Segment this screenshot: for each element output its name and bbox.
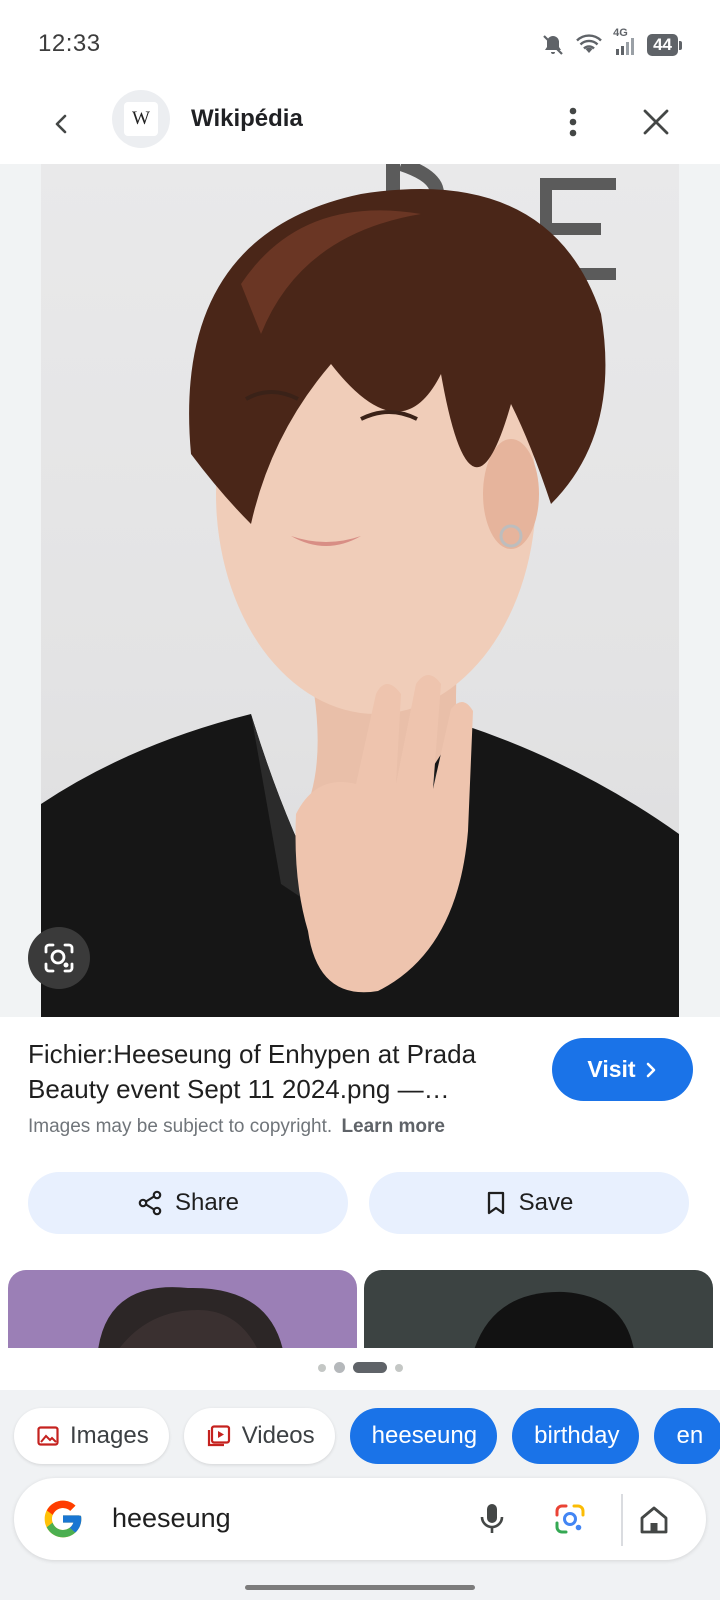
chip-label: Videos [241, 1422, 315, 1449]
filter-chips: Images Videos heeseung birthday en [14, 1408, 720, 1464]
status-icons: 4G 44 [541, 27, 682, 60]
search-panel: Images Videos heeseung birthday en heese… [0, 1390, 720, 1600]
close-button[interactable] [634, 100, 678, 144]
page-dot [317, 1363, 326, 1372]
gesture-navigation-bar[interactable] [245, 1585, 475, 1590]
chip-videos[interactable]: Videos [183, 1408, 335, 1464]
cellular-signal-icon: 4G [613, 27, 637, 57]
chevron-right-icon [646, 1062, 655, 1077]
lens-search-icon [44, 943, 74, 973]
search-query[interactable]: heeseung [112, 1503, 231, 1534]
network-type-label: 4G [613, 27, 628, 39]
visit-label: Visit [587, 1056, 636, 1082]
image-viewer [0, 164, 720, 1017]
more-vert-icon [569, 107, 577, 137]
back-button[interactable] [40, 102, 84, 146]
lens-search-button[interactable] [547, 1496, 593, 1542]
copyright-notice: Images may be subject to copyright. [28, 1116, 333, 1137]
more-options-button[interactable] [553, 100, 593, 144]
chip-label: birthday [534, 1422, 620, 1449]
bookmark-icon [487, 1191, 504, 1215]
carousel-page-indicator [0, 1362, 720, 1373]
share-button[interactable]: Share [28, 1172, 348, 1234]
save-label: Save [518, 1189, 574, 1216]
chip-suggestion-partial[interactable]: en [654, 1408, 720, 1464]
chevron-left-icon [55, 114, 67, 134]
google-lens-button[interactable] [28, 927, 90, 989]
microphone-icon [480, 1504, 504, 1533]
page-dot [333, 1362, 345, 1373]
main-photo[interactable] [41, 164, 679, 1017]
viewer-header: W Wikipédia [0, 90, 720, 164]
chip-images[interactable]: Images [14, 1408, 169, 1464]
save-button[interactable]: Save [369, 1172, 689, 1234]
share-label: Share [174, 1189, 240, 1216]
mute-notifications-icon [541, 33, 565, 57]
related-images [0, 1270, 720, 1348]
search-bar[interactable]: heeseung [14, 1478, 706, 1560]
related-image-thumbnail[interactable] [8, 1270, 357, 1348]
related-photo [474, 1291, 634, 1348]
chip-label: heeseung [371, 1422, 478, 1449]
home-icon [640, 1506, 668, 1534]
battery-indicator: 44 [647, 34, 678, 56]
google-g-logo-icon [44, 1500, 82, 1538]
visit-button[interactable]: Visit [552, 1038, 693, 1101]
voice-search-button[interactable] [469, 1496, 515, 1542]
page-dot-active [352, 1362, 387, 1373]
wikipedia-logo: W [124, 102, 158, 136]
result-title[interactable]: Fichier:Heeseung of Enhypen at Prada Bea… [28, 1037, 518, 1107]
site-name[interactable]: Wikipédia [191, 105, 303, 133]
close-icon [643, 109, 669, 135]
chip-label: Images [70, 1422, 149, 1449]
portrait-photo [41, 164, 679, 1017]
search-bar-divider [621, 1494, 623, 1546]
image-icon [37, 1426, 59, 1446]
site-favicon[interactable]: W [112, 90, 170, 148]
battery-nub [679, 40, 682, 50]
related-image-thumbnail[interactable] [364, 1270, 713, 1348]
copyright-notice-row: Images may be subject to copyright. Lear… [28, 1116, 445, 1138]
chip-label: en [676, 1422, 704, 1449]
share-icon [138, 1190, 162, 1216]
chip-suggestion-birthday[interactable]: birthday [512, 1408, 640, 1464]
related-photo [98, 1287, 283, 1348]
home-button[interactable] [628, 1494, 680, 1546]
status-time: 12:33 [38, 30, 101, 57]
chip-suggestion-heeseung[interactable]: heeseung [349, 1408, 498, 1464]
learn-more-link[interactable]: Learn more [341, 1116, 444, 1137]
video-icon [207, 1425, 230, 1447]
wifi-icon [575, 33, 603, 57]
page-dot [394, 1363, 403, 1372]
google-lens-icon [555, 1504, 585, 1534]
status-bar: 12:33 4G 44 [0, 0, 720, 90]
